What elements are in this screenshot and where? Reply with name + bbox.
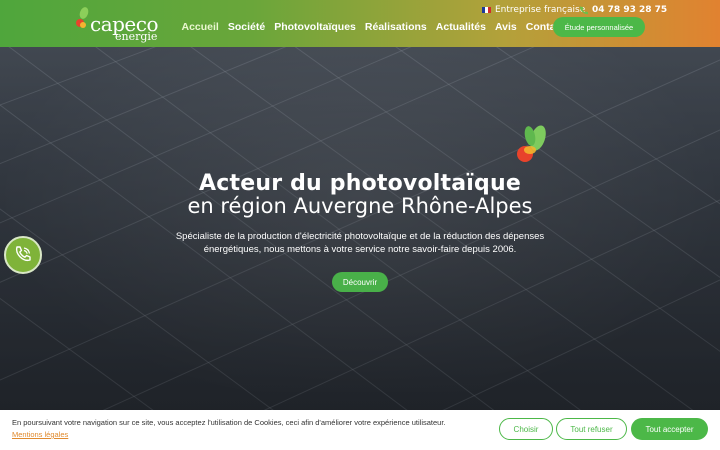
nav-item-realisations[interactable]: Réalisations bbox=[360, 21, 431, 33]
phone-number: 04 78 93 28 75 bbox=[592, 5, 668, 15]
topbar-phone[interactable]: 04 78 93 28 75 bbox=[579, 4, 667, 16]
call-button-icon bbox=[16, 246, 31, 261]
nav-item-avis[interactable]: Avis bbox=[490, 21, 521, 33]
discover-button[interactable]: Découvrir bbox=[332, 272, 388, 292]
nav-item-photovoltaiques[interactable]: Photovoltaïques bbox=[270, 21, 361, 33]
logo[interactable]: capeco energie bbox=[74, 4, 159, 44]
site-header: capeco energie Entreprise française 04 7… bbox=[0, 0, 720, 47]
nav-item-societe[interactable]: Société bbox=[223, 21, 269, 33]
legal-notice-link[interactable]: Mentions légales bbox=[12, 430, 68, 439]
phone-icon bbox=[579, 5, 588, 14]
refuse-all-button[interactable]: Tout refuser bbox=[556, 418, 627, 440]
personalized-study-button[interactable]: Étude personnalisée bbox=[553, 17, 645, 37]
logo-sub: energie bbox=[115, 30, 158, 43]
main-nav: Accueil Société Photovoltaïques Réalisat… bbox=[177, 21, 569, 33]
call-button[interactable] bbox=[4, 236, 42, 274]
hero-title: Acteur du photovoltaïque bbox=[199, 171, 521, 196]
hero-subtitle: en région Auvergne Rhône-Alpes bbox=[187, 194, 533, 218]
nav-item-actualites[interactable]: Actualités bbox=[431, 21, 490, 33]
cookie-banner: En poursuivant votre navigation sur ce s… bbox=[0, 410, 720, 450]
choose-button[interactable]: Choisir bbox=[499, 418, 553, 440]
accept-all-button[interactable]: Tout accepter bbox=[631, 418, 708, 440]
hero-description: Spécialiste de la production d'électrici… bbox=[175, 231, 545, 255]
france-flag-icon bbox=[482, 7, 491, 13]
topbar-country: Entreprise française bbox=[482, 4, 585, 16]
cookie-message: En poursuivant votre navigation sur ce s… bbox=[12, 417, 452, 441]
nav-item-accueil[interactable]: Accueil bbox=[177, 21, 223, 33]
country-label: Entreprise française bbox=[495, 5, 586, 15]
cookie-text: En poursuivant votre navigation sur ce s… bbox=[12, 418, 446, 427]
hero-leaf-icon bbox=[517, 125, 546, 162]
